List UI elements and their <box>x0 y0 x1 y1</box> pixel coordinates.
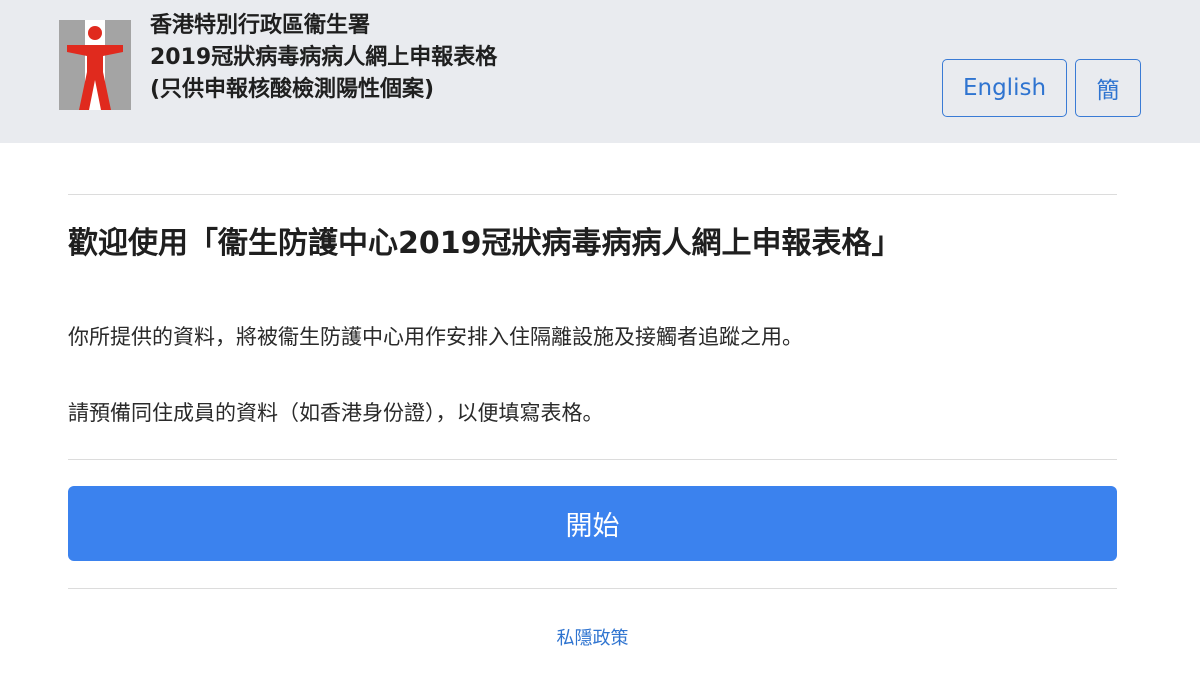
info-paragraph-purpose: 你所提供的資料，將被衞生防護中心用作安排入住隔離設施及接觸者追蹤之用。 <box>68 325 803 349</box>
header-title-line3: (只供申報核酸檢測陽性個案) <box>150 77 435 102</box>
simplified-chinese-button[interactable]: 簡 <box>1075 59 1141 117</box>
start-button[interactable]: 開始 <box>68 486 1117 561</box>
welcome-heading: 歡迎使用「衞生防護中心2019冠狀病毒病病人網上申報表格」 <box>68 226 902 261</box>
english-language-button[interactable]: English <box>942 59 1067 117</box>
info-paragraph-prepare: 請預備同住成員的資料（如香港身份證），以便填寫表格。 <box>68 401 604 425</box>
divider-bottom <box>68 588 1117 589</box>
page-header: 香港特別行政區衞生署 2019冠狀病毒病病人網上申報表格 (只供申報核酸檢測陽性… <box>0 0 1200 143</box>
divider-top <box>68 194 1117 195</box>
header-title-line1: 香港特別行政區衞生署 <box>150 13 371 38</box>
privacy-policy-link[interactable]: 私隱政策 <box>0 624 1185 650</box>
department-of-health-logo-icon <box>59 20 131 110</box>
header-titles: 香港特別行政區衞生署 2019冠狀病毒病病人網上申報表格 (只供申報核酸檢測陽性… <box>150 10 497 106</box>
header-title-line2: 2019冠狀病毒病病人網上申報表格 <box>150 45 498 70</box>
divider-middle <box>68 459 1117 460</box>
